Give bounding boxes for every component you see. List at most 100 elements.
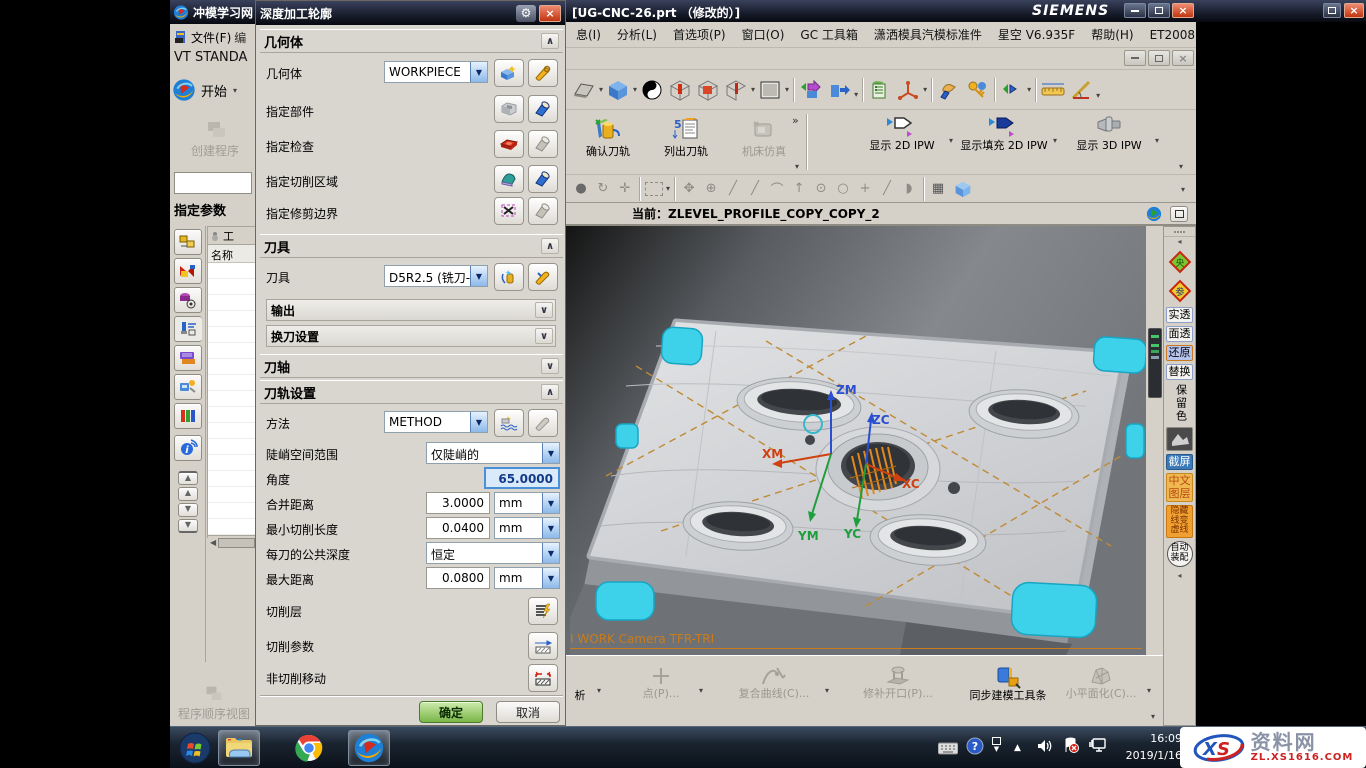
- dialog-gear-button[interactable]: ⚙: [516, 5, 536, 22]
- analysis-clipped-label[interactable]: 析: [568, 690, 592, 703]
- chinese-layer-button[interactable]: 中文图层: [1166, 473, 1193, 501]
- angle-input[interactable]: 65.0000: [484, 467, 560, 489]
- operation-navigator-list[interactable]: 工 名称 ◀: [207, 226, 256, 538]
- menu-help[interactable]: 帮助(H): [1083, 24, 1141, 45]
- edit-method-button[interactable]: [528, 409, 558, 437]
- wcs-cube-icon[interactable]: [949, 176, 977, 202]
- menu-window[interactable]: 窗口(O): [734, 24, 793, 45]
- tool-dd-arrow-icon[interactable]: ▼: [470, 266, 487, 286]
- merge-input[interactable]: 3.0000: [426, 492, 490, 514]
- menu-information[interactable]: 息(I): [568, 24, 609, 45]
- edit-section-icon[interactable]: [722, 77, 750, 103]
- point-icon[interactable]: +: [854, 181, 876, 196]
- merge-unit-arrow-icon[interactable]: ▼: [542, 493, 559, 513]
- tool-axis-expand-icon[interactable]: ∨: [541, 358, 559, 374]
- start-button-windows[interactable]: [174, 730, 216, 766]
- new-geometry-button[interactable]: [494, 59, 524, 87]
- sidebar-drag-handle[interactable]: [1164, 227, 1195, 237]
- grid-icon[interactable]: ▦: [927, 181, 949, 196]
- hidden-line-button[interactable]: 隐藏线变虚线: [1166, 505, 1193, 539]
- tool-change-expand-icon[interactable]: ∨: [535, 328, 553, 344]
- slope-icon[interactable]: ╱: [876, 181, 898, 196]
- csys-icon[interactable]: [894, 77, 922, 103]
- rotate-icon[interactable]: ↻: [592, 181, 614, 196]
- restore-button[interactable]: [1148, 3, 1170, 18]
- vector-icon[interactable]: ↑: [788, 181, 810, 196]
- restore-display-button[interactable]: 还原: [1166, 345, 1193, 361]
- face-transparent-button[interactable]: 面透: [1166, 326, 1193, 342]
- tool-change-subsection[interactable]: 换刀设置∨: [266, 325, 556, 347]
- network-tray-icon[interactable]: [1088, 737, 1108, 757]
- scroll-down-button[interactable]: ▼: [178, 503, 198, 517]
- method-dd-arrow-icon[interactable]: ▼: [470, 412, 487, 432]
- screenshot-button[interactable]: 截屏: [1166, 454, 1193, 470]
- tool-collapse-icon[interactable]: ∧: [541, 238, 559, 254]
- left-window-titlebar[interactable]: 冲模学习网: [170, 0, 256, 24]
- display-mode-icon[interactable]: [570, 77, 598, 103]
- max-dist-input[interactable]: 0.0800: [426, 567, 490, 589]
- cancel-button[interactable]: 取消: [496, 701, 560, 723]
- bottom-toolbar-options[interactable]: ▾: [1151, 712, 1155, 721]
- create-program-tool[interactable]: 创建程序: [180, 118, 250, 170]
- line-icon[interactable]: ╱: [722, 181, 744, 196]
- start-button[interactable]: 开始 ▾: [172, 74, 256, 106]
- show-filled-2d-ipw-button[interactable]: 显示填充 2D IPW: [958, 114, 1050, 153]
- select-part-button[interactable]: [494, 95, 524, 123]
- scroll-bottom-button[interactable]: ▼: [178, 519, 198, 533]
- tab-machine-tool-navigator[interactable]: [174, 345, 202, 371]
- line2-icon[interactable]: ╱: [744, 181, 766, 196]
- window-tray-icon[interactable]: ▼: [992, 737, 1001, 753]
- action-center-tray-icon[interactable]: [1062, 737, 1080, 758]
- tab-process-assistant[interactable]: [174, 374, 202, 400]
- show-2d-ipw-button[interactable]: 显示 2D IPW: [858, 114, 946, 153]
- face-icon[interactable]: ◗: [898, 181, 920, 196]
- machine-sim-button[interactable]: 机床仿真: [732, 116, 796, 159]
- menu-preferences[interactable]: 首选项(P): [665, 24, 734, 45]
- edit-tool-button[interactable]: [528, 263, 558, 291]
- taskbar-nx[interactable]: [348, 730, 390, 766]
- close-button[interactable]: ×: [1172, 3, 1194, 18]
- fullscreen-icon[interactable]: [1170, 206, 1188, 222]
- output-expand-icon[interactable]: ∨: [535, 302, 553, 318]
- tab-operation-navigator-active[interactable]: [174, 316, 202, 342]
- dialog-close-button[interactable]: ×: [539, 5, 561, 22]
- keep-color-button[interactable]: 保留色: [1173, 384, 1187, 423]
- dialog-titlebar[interactable]: 深度加工轮廓 ⚙ ×: [256, 1, 565, 25]
- menu-clipped[interactable]: 编: [234, 29, 246, 46]
- thumbnail-button[interactable]: [1166, 427, 1193, 451]
- list-hscrollbar[interactable]: ◀: [208, 535, 255, 549]
- steep-dropdown[interactable]: 仅陡峭的▼: [426, 442, 560, 464]
- sidebar-scroll-left-icon[interactable]: ◂: [1164, 237, 1195, 246]
- desktop-restore-button[interactable]: [1323, 3, 1341, 18]
- output-subsection[interactable]: 输出∨: [266, 299, 556, 321]
- background-icon[interactable]: [756, 77, 784, 103]
- menu-file[interactable]: 文件(F): [191, 29, 231, 46]
- select-cut-area-button[interactable]: [494, 165, 524, 193]
- move-layer-icon[interactable]: [825, 77, 853, 103]
- move-object-icon[interactable]: ✥: [678, 181, 700, 196]
- dynamic-csys-icon[interactable]: ⊕: [700, 181, 722, 196]
- operation-list-icon[interactable]: [866, 77, 894, 103]
- select-hand-icon[interactable]: [935, 77, 963, 103]
- overflow-chevron[interactable]: »: [792, 114, 799, 127]
- tab-constraint-navigator[interactable]: [174, 258, 202, 284]
- scroll-up-button[interactable]: ▲: [178, 487, 198, 501]
- path-settings-collapse-icon[interactable]: ∧: [541, 384, 559, 400]
- pan-icon[interactable]: ✛: [614, 181, 636, 196]
- new-method-button[interactable]: [494, 409, 524, 437]
- composite-curve-button[interactable]: 复合曲线(C)...: [726, 664, 822, 701]
- main-titlebar[interactable]: [UG-CNC-26.prt （修改的）] SIEMENS × ×: [566, 0, 1366, 22]
- show-hidden-icons[interactable]: ▲: [1014, 743, 1021, 753]
- highlight-part-button[interactable]: [528, 95, 558, 123]
- ok-button[interactable]: 确定: [419, 701, 483, 723]
- menu-analysis[interactable]: 分析(L): [609, 24, 665, 45]
- sidebar-scroll-left2-icon[interactable]: ◂: [1164, 571, 1195, 580]
- viewport-scrollbar[interactable]: [1148, 328, 1162, 398]
- show-hide-icon[interactable]: [797, 77, 825, 103]
- replace-button[interactable]: 替换: [1166, 364, 1193, 380]
- ops-toolbar-options[interactable]: ▾: [795, 162, 799, 171]
- circle-icon[interactable]: ○: [832, 181, 854, 196]
- min-cut-unit-dropdown[interactable]: mm▼: [494, 517, 560, 539]
- edit-geometry-button[interactable]: [528, 59, 558, 87]
- facet-body-button[interactable]: 小平面化(C)...: [1058, 664, 1144, 701]
